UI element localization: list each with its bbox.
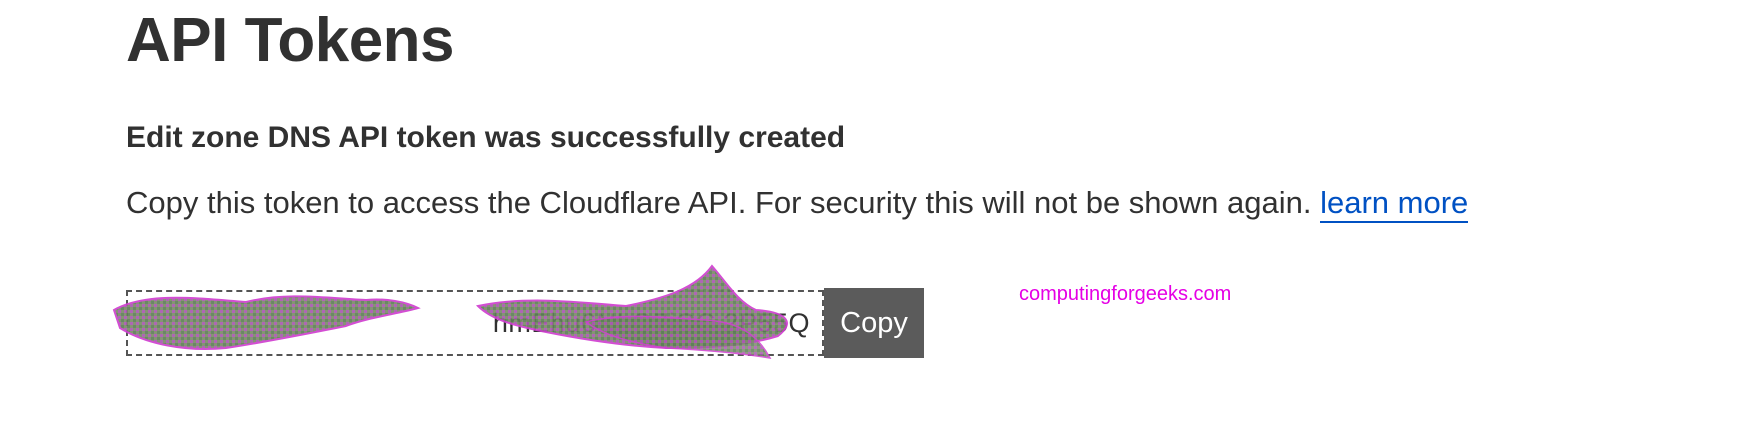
- learn-more-link[interactable]: learn more: [1320, 185, 1469, 223]
- token-value[interactable]: hmEhu6NLQ7jCC 2P55Q: [493, 308, 810, 339]
- copy-button[interactable]: Copy: [824, 288, 924, 358]
- description-text: Copy this token to access the Cloudflare…: [126, 185, 1312, 220]
- token-description: Copy this token to access the Cloudflare…: [126, 184, 1469, 223]
- page-title: API Tokens: [126, 6, 455, 75]
- token-field[interactable]: hmEhu6NLQ7jCC 2P55Q: [112, 264, 824, 359]
- success-message: Edit zone DNS API token was successfully…: [126, 121, 846, 154]
- api-tokens-page: API Tokens Edit zone DNS API token was s…: [0, 0, 1760, 442]
- token-row: hmEhu6NLQ7jCC 2P55Q Copy: [112, 264, 924, 360]
- watermark-text: computingforgeeks.com: [1019, 283, 1232, 305]
